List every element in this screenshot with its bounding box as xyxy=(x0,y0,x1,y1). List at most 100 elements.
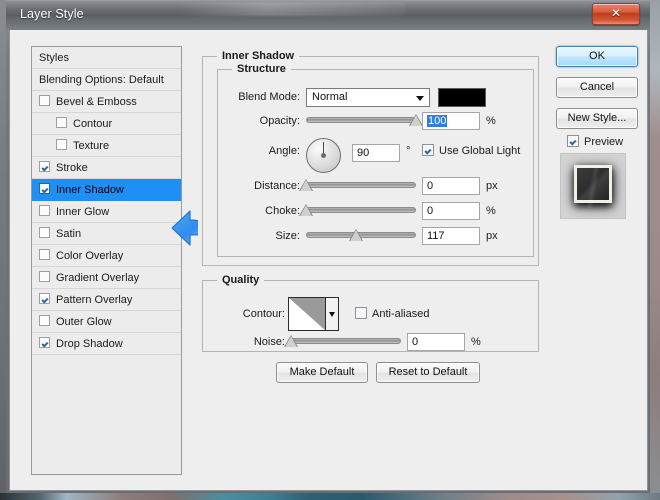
styles-list-item-outer-glow[interactable]: Outer Glow xyxy=(32,311,181,333)
distance-slider[interactable] xyxy=(299,178,416,192)
blend-mode-select[interactable]: Normal xyxy=(306,88,430,107)
styles-list-items: Bevel & Emboss Contour Texture Stroke Inner … xyxy=(32,91,181,355)
contour-curve-icon xyxy=(289,298,325,330)
contour-label: Contour: xyxy=(242,308,285,320)
noise-input[interactable]: 0 xyxy=(407,333,465,351)
choke-slider-track xyxy=(306,207,416,213)
choke-slider[interactable] xyxy=(299,203,416,217)
inner-shadow-settings-panel: Inner Shadow Structure Blend Mode: Norma… xyxy=(198,46,543,475)
angle-input[interactable]: 90 xyxy=(352,144,400,162)
effect-toggle-checkbox[interactable] xyxy=(39,293,50,304)
aero-glass-bottom-edge xyxy=(0,493,660,500)
quality-group-label: Quality xyxy=(217,274,265,286)
styles-list-item-label: Satin xyxy=(56,228,82,240)
styles-list-item-texture[interactable]: Texture xyxy=(32,135,181,157)
chevron-down-icon xyxy=(416,96,424,101)
styles-list-item-stroke[interactable]: Stroke xyxy=(32,157,181,179)
noise-slider[interactable] xyxy=(284,334,401,348)
opacity-label: Opacity: xyxy=(259,115,300,127)
styles-list-item-bevel-emboss[interactable]: Bevel & Emboss xyxy=(32,91,181,113)
effect-toggle-checkbox[interactable] xyxy=(39,227,50,238)
styles-list-header[interactable]: Styles xyxy=(32,47,181,69)
shadow-color-swatch[interactable] xyxy=(438,88,486,107)
effect-toggle-checkbox[interactable] xyxy=(56,117,67,128)
choke-input[interactable]: 0 xyxy=(422,202,480,220)
effect-toggle-checkbox[interactable] xyxy=(39,271,50,282)
effect-toggle-checkbox[interactable] xyxy=(56,139,67,150)
blending-options-row[interactable]: Blending Options: Default xyxy=(32,69,181,91)
effect-toggle-checkbox[interactable] xyxy=(39,205,50,216)
chevron-down-icon xyxy=(329,312,335,317)
window-title-bar[interactable]: Layer Style ✕ xyxy=(6,0,650,30)
styles-list-item-label: Inner Shadow xyxy=(56,184,124,196)
contour-dropdown-button[interactable] xyxy=(326,297,339,331)
size-slider-thumb[interactable] xyxy=(348,229,363,241)
distance-slider-thumb[interactable] xyxy=(299,179,313,191)
angle-dial-center xyxy=(321,153,326,158)
size-slider[interactable] xyxy=(306,228,416,242)
aero-glass-right-edge xyxy=(650,0,660,500)
close-button[interactable]: ✕ xyxy=(592,3,640,25)
styles-list-item-contour[interactable]: Contour xyxy=(32,113,181,135)
noise-label: Noise: xyxy=(253,336,285,348)
styles-list-item-label: Bevel & Emboss xyxy=(56,96,137,108)
distance-value: 0 xyxy=(427,180,434,192)
opacity-slider[interactable] xyxy=(306,113,423,127)
ok-button[interactable]: OK xyxy=(556,46,638,67)
quality-group: Quality Contour: Anti-aliased Noise: 0 % xyxy=(202,274,539,352)
size-input[interactable]: 117 xyxy=(422,227,480,245)
effect-toggle-checkbox[interactable] xyxy=(39,161,50,172)
styles-list-item-label: Stroke xyxy=(56,162,88,174)
contour-preview[interactable] xyxy=(288,297,326,331)
distance-label: Distance: xyxy=(254,180,300,192)
styles-list-item-inner-glow[interactable]: Inner Glow xyxy=(32,201,181,223)
opacity-slider-thumb[interactable] xyxy=(409,114,423,126)
distance-unit: px xyxy=(486,180,498,192)
choke-value: 0 xyxy=(427,205,434,217)
opacity-unit: % xyxy=(486,115,496,127)
styles-list-item-drop-shadow[interactable]: Drop Shadow xyxy=(32,333,181,355)
use-global-light-label: Use Global Light xyxy=(439,145,521,157)
layer-style-dialog: Styles Blending Options: Default Bevel &… xyxy=(9,30,648,491)
styles-list-item-label: Drop Shadow xyxy=(56,338,123,350)
opacity-value: 100 xyxy=(427,115,448,127)
preview-swatch xyxy=(574,165,612,203)
effect-toggle-checkbox[interactable] xyxy=(39,249,50,260)
styles-list-item-label: Contour xyxy=(73,118,113,130)
effect-toggle-checkbox[interactable] xyxy=(39,315,50,326)
use-global-light-checkbox[interactable]: Use Global Light xyxy=(422,144,520,157)
noise-slider-thumb[interactable] xyxy=(284,335,298,347)
styles-list-panel[interactable]: Styles Blending Options: Default Bevel &… xyxy=(31,46,182,475)
distance-input[interactable]: 0 xyxy=(422,177,480,195)
styles-list-item-label: Inner Glow xyxy=(56,206,110,218)
opacity-input[interactable]: 100 xyxy=(422,112,480,130)
dialog-action-panel: OK Cancel New Style... Preview xyxy=(556,46,638,475)
styles-list-item-inner-shadow[interactable]: Inner Shadow xyxy=(32,179,181,201)
desktop-backdrop: Layer Style ✕ Styles Blending Options: D… xyxy=(0,0,660,500)
styles-list-item-color-overlay[interactable]: Color Overlay xyxy=(32,245,181,267)
aero-glass-left-edge xyxy=(0,0,6,500)
styles-list-item-gradient-overlay[interactable]: Gradient Overlay xyxy=(32,267,181,289)
make-default-button[interactable]: Make Default xyxy=(276,362,368,383)
blend-mode-value: Normal xyxy=(312,91,348,103)
choke-label: Choke: xyxy=(265,205,300,217)
angle-label: Angle: xyxy=(268,145,300,157)
effect-toggle-checkbox[interactable] xyxy=(39,95,50,106)
opacity-slider-track xyxy=(306,117,416,123)
styles-list-item-pattern-overlay[interactable]: Pattern Overlay xyxy=(32,289,181,311)
choke-slider-thumb[interactable] xyxy=(299,204,313,216)
preview-checkbox[interactable]: Preview xyxy=(567,135,623,148)
noise-unit: % xyxy=(471,336,481,348)
styles-list-item-satin[interactable]: Satin xyxy=(32,223,181,245)
effect-toggle-checkbox[interactable] xyxy=(39,337,50,348)
anti-aliased-checkbox[interactable]: Anti-aliased xyxy=(355,307,429,320)
new-style-button[interactable]: New Style... xyxy=(556,108,638,129)
angle-value: 90 xyxy=(357,147,370,159)
angle-dial[interactable] xyxy=(306,138,341,173)
blend-mode-label: Blend Mode: xyxy=(238,91,300,103)
cancel-button[interactable]: Cancel xyxy=(556,77,638,98)
noise-slider-track xyxy=(291,338,401,344)
reset-to-default-button[interactable]: Reset to Default xyxy=(376,362,480,383)
size-value: 117 xyxy=(427,230,445,242)
effect-toggle-checkbox[interactable] xyxy=(39,183,50,194)
